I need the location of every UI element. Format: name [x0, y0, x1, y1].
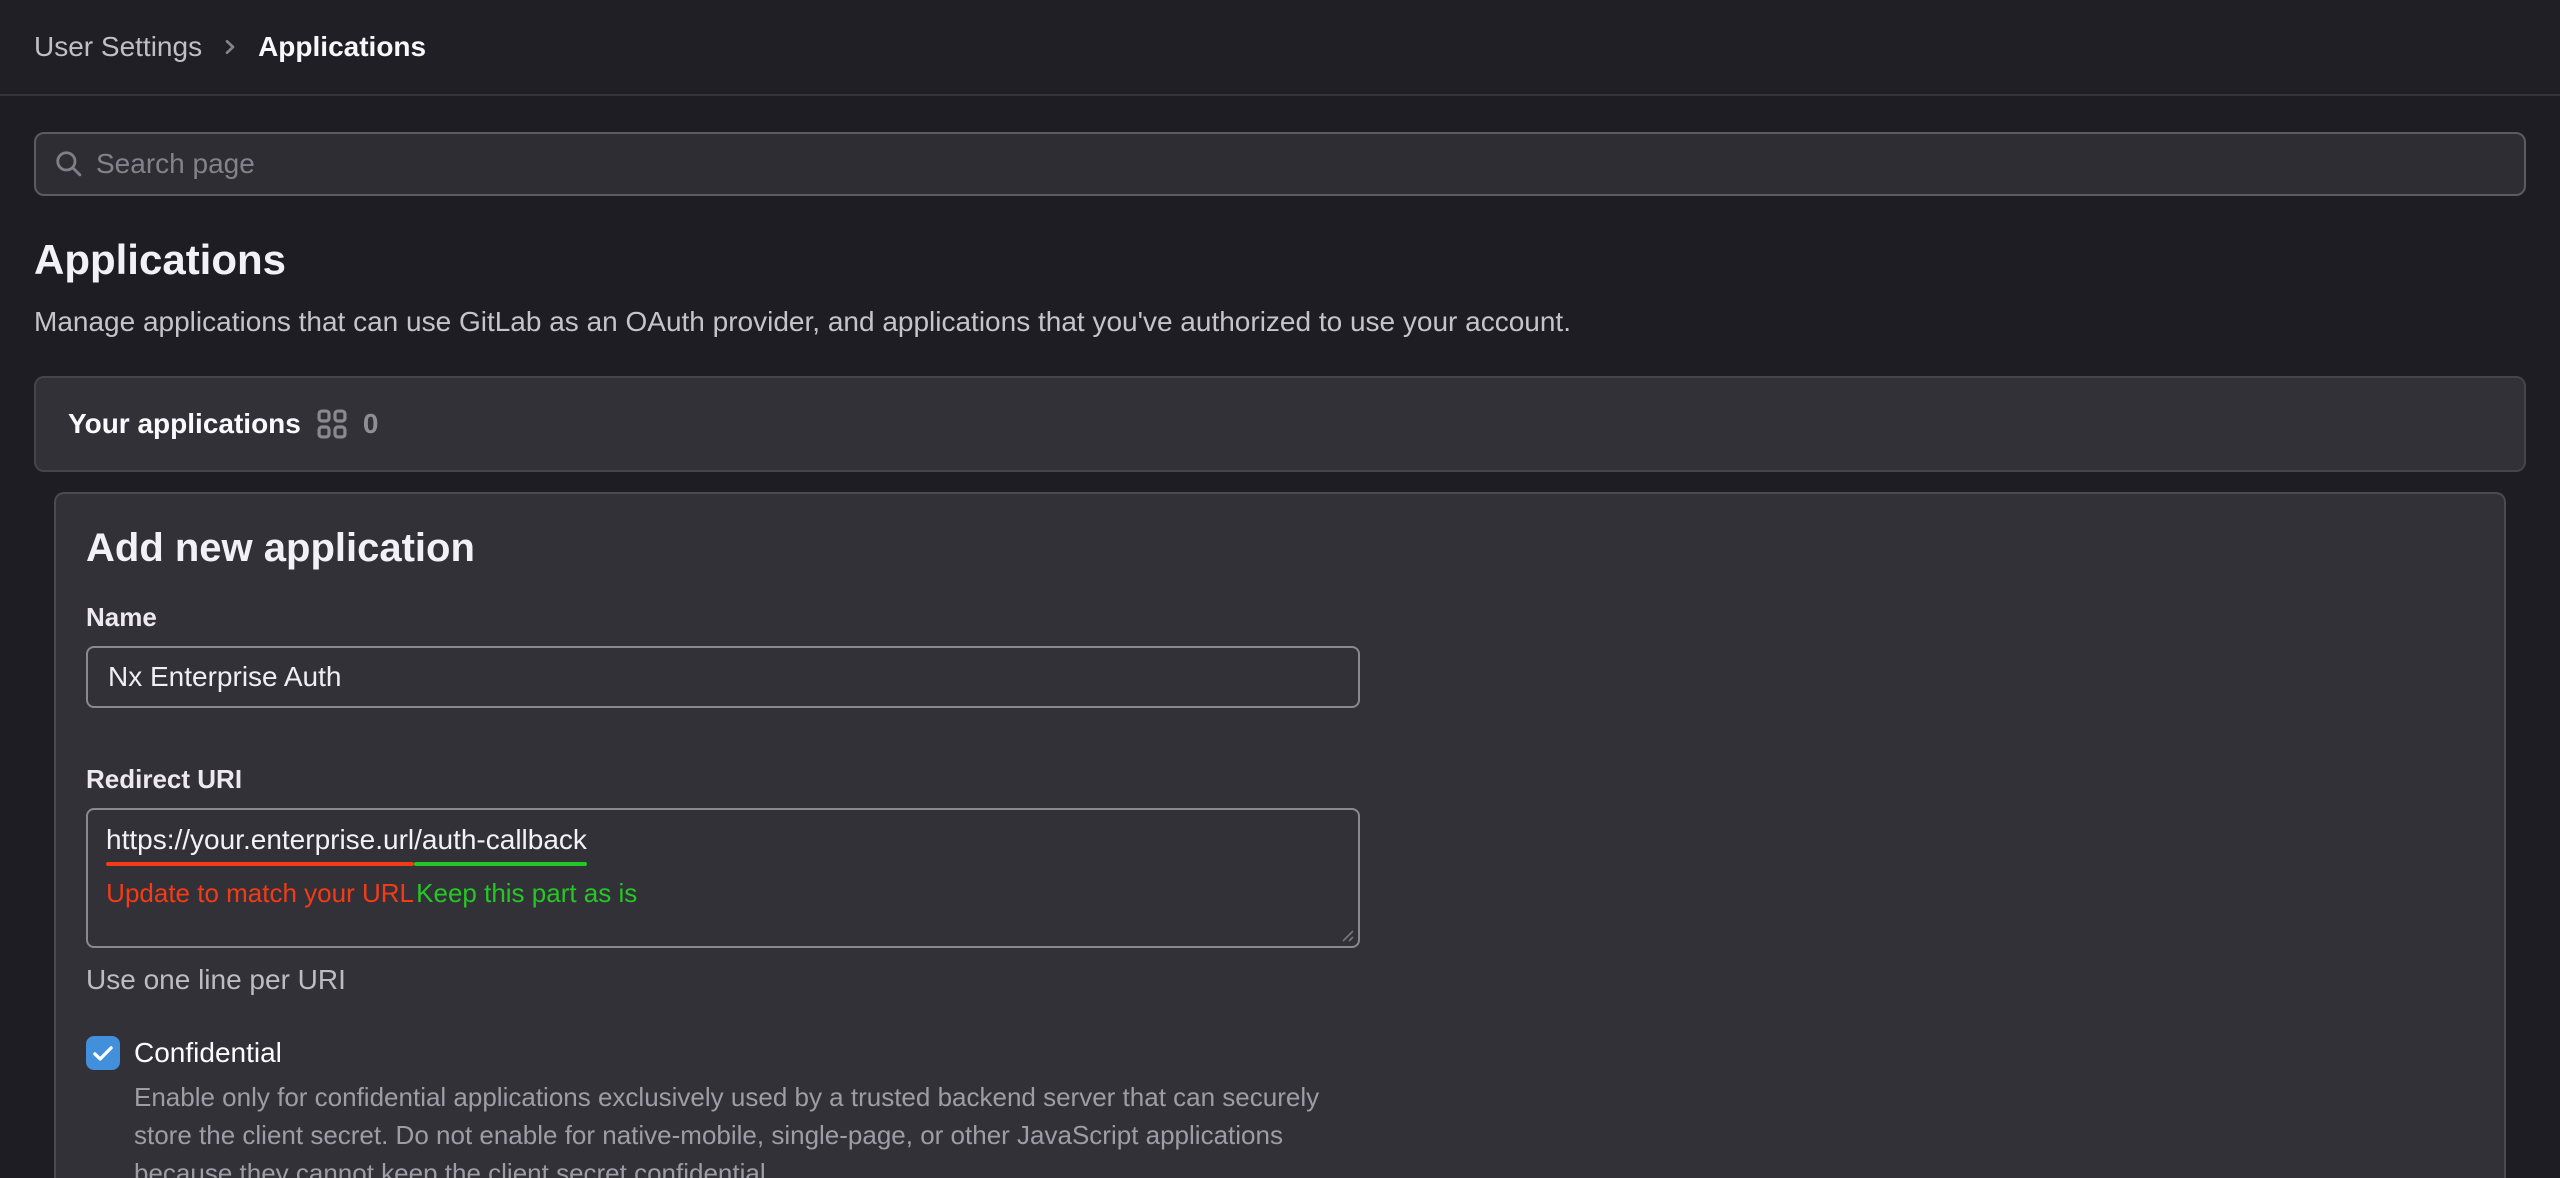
confidential-label[interactable]: Confidential	[134, 1037, 282, 1069]
redirect-uri-help: Use one line per URI	[86, 964, 2474, 996]
search-input[interactable]	[96, 148, 2506, 180]
your-applications-title: Your applications	[68, 408, 301, 440]
resize-handle-icon[interactable]	[1337, 925, 1355, 943]
chevron-right-icon	[218, 35, 242, 59]
redirect-uri-host-segment: https://your.enterprise.urlUpdate to mat…	[106, 822, 414, 858]
breadcrumb-link-user-settings[interactable]: User Settings	[34, 31, 202, 63]
your-applications-header: Your applications 0	[34, 376, 2526, 472]
page-title: Applications	[34, 236, 2526, 284]
redirect-uri-value: https://your.enterprise.urlUpdate to mat…	[106, 822, 1340, 858]
breadcrumb: User Settings Applications	[0, 0, 2560, 96]
applications-count: 0	[363, 408, 379, 440]
redirect-uri-textarea[interactable]: https://your.enterprise.urlUpdate to mat…	[86, 808, 1360, 948]
checkmark-icon	[91, 1041, 115, 1065]
redirect-uri-label: Redirect URI	[86, 764, 2474, 794]
search-icon	[54, 149, 84, 179]
name-label: Name	[86, 602, 2474, 632]
name-input[interactable]	[86, 646, 1360, 708]
page-content: Applications Manage applications that ca…	[0, 132, 2560, 1178]
search-bar[interactable]	[34, 132, 2526, 196]
card-title: Add new application	[86, 524, 2474, 572]
confidential-checkbox[interactable]	[86, 1036, 120, 1070]
redirect-uri-path-segment: /auth-callbackKeep this part as is	[414, 822, 587, 858]
annotation-update-url: Update to match your URL	[106, 878, 414, 908]
annotation-keep-part: Keep this part as is	[416, 878, 637, 908]
confidential-help: Enable only for confidential application…	[134, 1078, 1354, 1178]
confidential-row: Confidential	[86, 1036, 2474, 1070]
applications-grid-icon	[317, 409, 347, 439]
page-description: Manage applications that can use GitLab …	[34, 306, 2526, 338]
add-application-card: Add new application Name Redirect URI ht…	[54, 492, 2506, 1178]
breadcrumb-current: Applications	[258, 31, 426, 63]
